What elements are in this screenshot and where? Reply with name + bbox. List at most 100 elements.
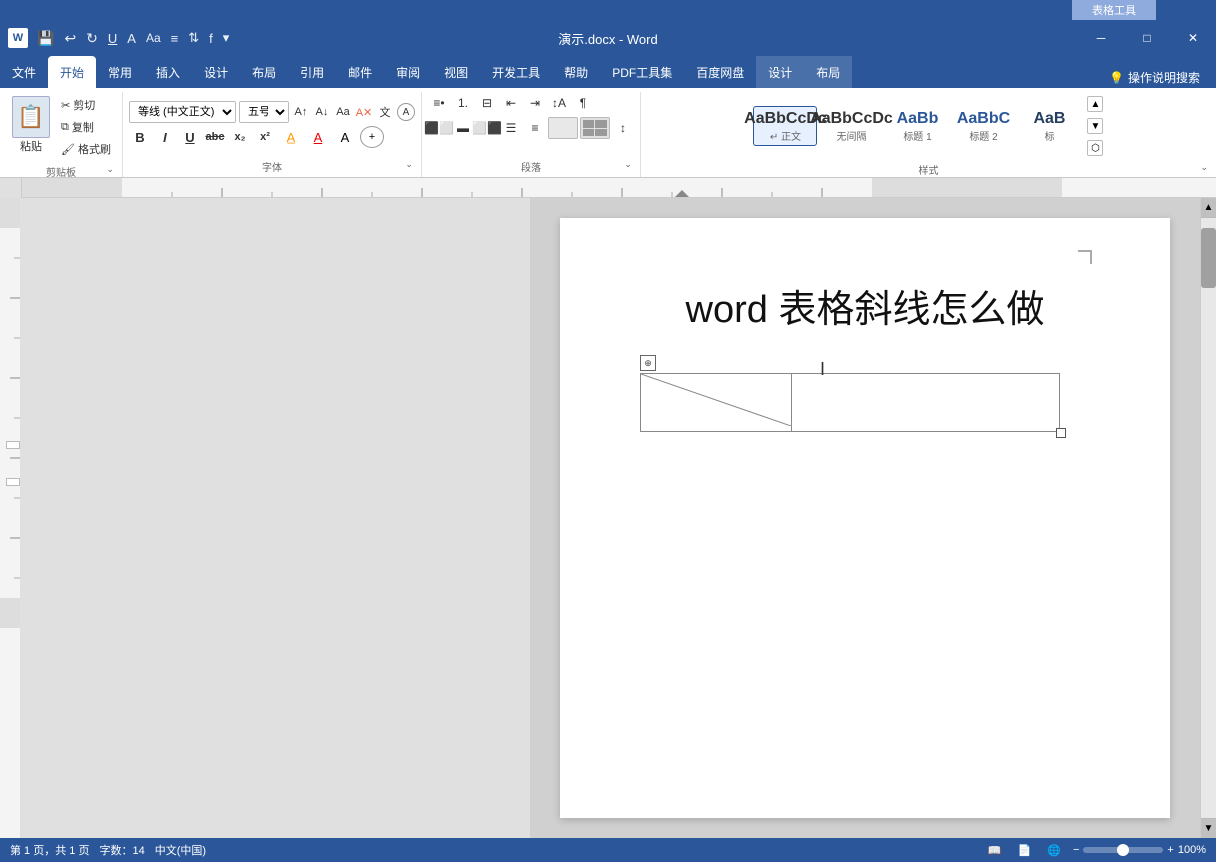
- font-name-select[interactable]: 等线 (中文正文): [129, 101, 236, 123]
- tab-baidu[interactable]: 百度网盘: [684, 56, 756, 88]
- numbering-button[interactable]: 1.: [452, 92, 474, 114]
- zoom-plus-button[interactable]: +: [1167, 844, 1173, 856]
- style-normal[interactable]: AaBbCcDc ↵ 正文: [753, 106, 817, 146]
- doc-table[interactable]: [640, 373, 1060, 432]
- save-icon[interactable]: 💾: [34, 28, 57, 49]
- close-button[interactable]: ✕: [1170, 20, 1216, 56]
- style-heading1[interactable]: AaBb 标题 1: [885, 106, 949, 146]
- styles-expand[interactable]: ⬡: [1087, 140, 1103, 156]
- strikethrough-button[interactable]: abc: [204, 126, 226, 148]
- font-size-select[interactable]: 五号: [239, 101, 289, 123]
- restore-button[interactable]: □: [1124, 20, 1170, 56]
- highlight-color-button[interactable]: A̲: [279, 126, 303, 148]
- increase-font-button[interactable]: A↑: [292, 103, 310, 121]
- subscript-button[interactable]: x₂: [229, 126, 251, 148]
- char-shading-button[interactable]: A: [333, 126, 357, 148]
- word-count: 字数：14: [99, 842, 144, 858]
- tab-developer[interactable]: 开发工具: [480, 56, 552, 88]
- tab-view[interactable]: 视图: [432, 56, 480, 88]
- tab-tdesign[interactable]: 设计: [756, 56, 804, 88]
- clear-format-button[interactable]: A✕: [355, 103, 373, 121]
- styles-scroll-up[interactable]: ▲: [1087, 96, 1103, 112]
- show-marks-button[interactable]: ¶: [572, 92, 594, 114]
- tab-layout[interactable]: 布局: [240, 56, 288, 88]
- line-spacing-button[interactable]: ↕: [612, 117, 634, 139]
- table-resize-handle[interactable]: [1056, 428, 1066, 438]
- document-area[interactable]: word 表格斜线怎么做 ⊕ I: [530, 198, 1200, 838]
- style-heading3[interactable]: AaB 标: [1017, 106, 1081, 146]
- tab-common[interactable]: 常用: [96, 56, 144, 88]
- font-color-button[interactable]: A: [306, 126, 330, 148]
- tab-insert[interactable]: 插入: [144, 56, 192, 88]
- cut-button[interactable]: ✂ 剪切: [58, 96, 114, 114]
- table-cell-right[interactable]: [792, 374, 1060, 432]
- bullets-button[interactable]: ≡•: [428, 92, 450, 114]
- clipboard-small-actions: ✂ 剪切 ⧉ 复制 🖌 格式刷: [56, 92, 116, 162]
- tab-mailing[interactable]: 邮件: [336, 56, 384, 88]
- paste-label: 粘贴: [20, 138, 42, 154]
- tab-home[interactable]: 开始: [48, 56, 96, 88]
- text-font-icon[interactable]: A: [124, 29, 139, 48]
- zoom-minus-button[interactable]: −: [1073, 844, 1079, 856]
- copy-button[interactable]: ⧉ 复制: [58, 118, 114, 136]
- sort-icon[interactable]: ⇅: [185, 28, 202, 48]
- circle-text-button[interactable]: A: [397, 103, 415, 121]
- char-border-button[interactable]: +: [360, 126, 384, 148]
- sort-para-button[interactable]: ↕A: [548, 92, 570, 114]
- style-nospace[interactable]: AaBbCcDc 无间隔: [819, 106, 883, 146]
- scroll-up-button[interactable]: ▲: [1201, 198, 1216, 218]
- print-view-button[interactable]: 📄: [1014, 842, 1036, 859]
- tab-reference[interactable]: 引用: [288, 56, 336, 88]
- redo-icon[interactable]: ↻: [83, 28, 101, 49]
- borders-button[interactable]: [580, 117, 610, 139]
- zoom-slider[interactable]: [1083, 847, 1163, 853]
- justify-button[interactable]: ☰: [500, 117, 522, 139]
- align-left-button[interactable]: ⬛⬜: [428, 117, 450, 139]
- bold-button[interactable]: B: [129, 126, 151, 148]
- phonetic-button[interactable]: 文: [376, 103, 394, 121]
- font-group-label: 字体: [129, 157, 415, 177]
- decrease-font-button[interactable]: A↓: [313, 103, 331, 121]
- scroll-down-button[interactable]: ▼: [1201, 818, 1216, 838]
- shading-para-button[interactable]: [548, 117, 578, 139]
- copy-label: 复制: [72, 119, 94, 135]
- tab-design[interactable]: 设计: [192, 56, 240, 88]
- underline-quick-icon[interactable]: U: [105, 29, 120, 48]
- copy-icon: ⧉: [61, 121, 69, 134]
- font-row2: B I U abc x₂ x² A̲ A: [129, 126, 415, 148]
- more-icon[interactable]: ▾: [220, 28, 233, 48]
- undo-icon[interactable]: ↩: [61, 28, 79, 49]
- list-icon[interactable]: ≡: [168, 29, 182, 48]
- style-heading2[interactable]: AaBbC 标题 2: [951, 106, 1015, 146]
- vertical-scrollbar[interactable]: ▲ ▼: [1200, 198, 1216, 838]
- align-center-button[interactable]: ▬: [452, 117, 474, 139]
- styles-scroll-down[interactable]: ▼: [1087, 118, 1103, 134]
- align-right-button[interactable]: ⬜⬛: [476, 117, 498, 139]
- read-view-button[interactable]: 📖: [984, 842, 1006, 859]
- tab-review[interactable]: 审阅: [384, 56, 432, 88]
- superscript-button[interactable]: x²: [254, 126, 276, 148]
- tab-tlayout[interactable]: 布局: [804, 56, 852, 88]
- change-case-button[interactable]: Aa: [334, 103, 352, 121]
- minimize-button[interactable]: ─: [1078, 20, 1124, 56]
- multilevel-button[interactable]: ⊟: [476, 92, 498, 114]
- case-icon[interactable]: Aa: [143, 29, 164, 47]
- tab-pdf[interactable]: PDF工具集: [600, 56, 684, 88]
- decrease-indent-button[interactable]: ⇤: [500, 92, 522, 114]
- help-search-button[interactable]: 💡 操作说明搜索: [1101, 67, 1208, 88]
- document-title-area: word 表格斜线怎么做: [640, 278, 1090, 333]
- format-painter-button[interactable]: 🖌 格式刷: [58, 140, 114, 158]
- paste-button[interactable]: 📋 粘贴: [6, 92, 56, 162]
- scroll-thumb[interactable]: [1201, 228, 1216, 288]
- web-view-button[interactable]: 🌐: [1043, 842, 1065, 859]
- tab-help[interactable]: 帮助: [552, 56, 600, 88]
- table-cell-diagonal[interactable]: [641, 374, 792, 432]
- tab-file[interactable]: 文件: [0, 56, 48, 88]
- ruler-area: [0, 178, 1216, 198]
- formula-icon[interactable]: f: [206, 29, 216, 48]
- italic-button[interactable]: I: [154, 126, 176, 148]
- table-move-handle[interactable]: ⊕: [640, 355, 656, 371]
- underline-button[interactable]: U: [179, 126, 201, 148]
- increase-indent-button[interactable]: ⇥: [524, 92, 546, 114]
- distribute-button[interactable]: ≡: [524, 117, 546, 139]
